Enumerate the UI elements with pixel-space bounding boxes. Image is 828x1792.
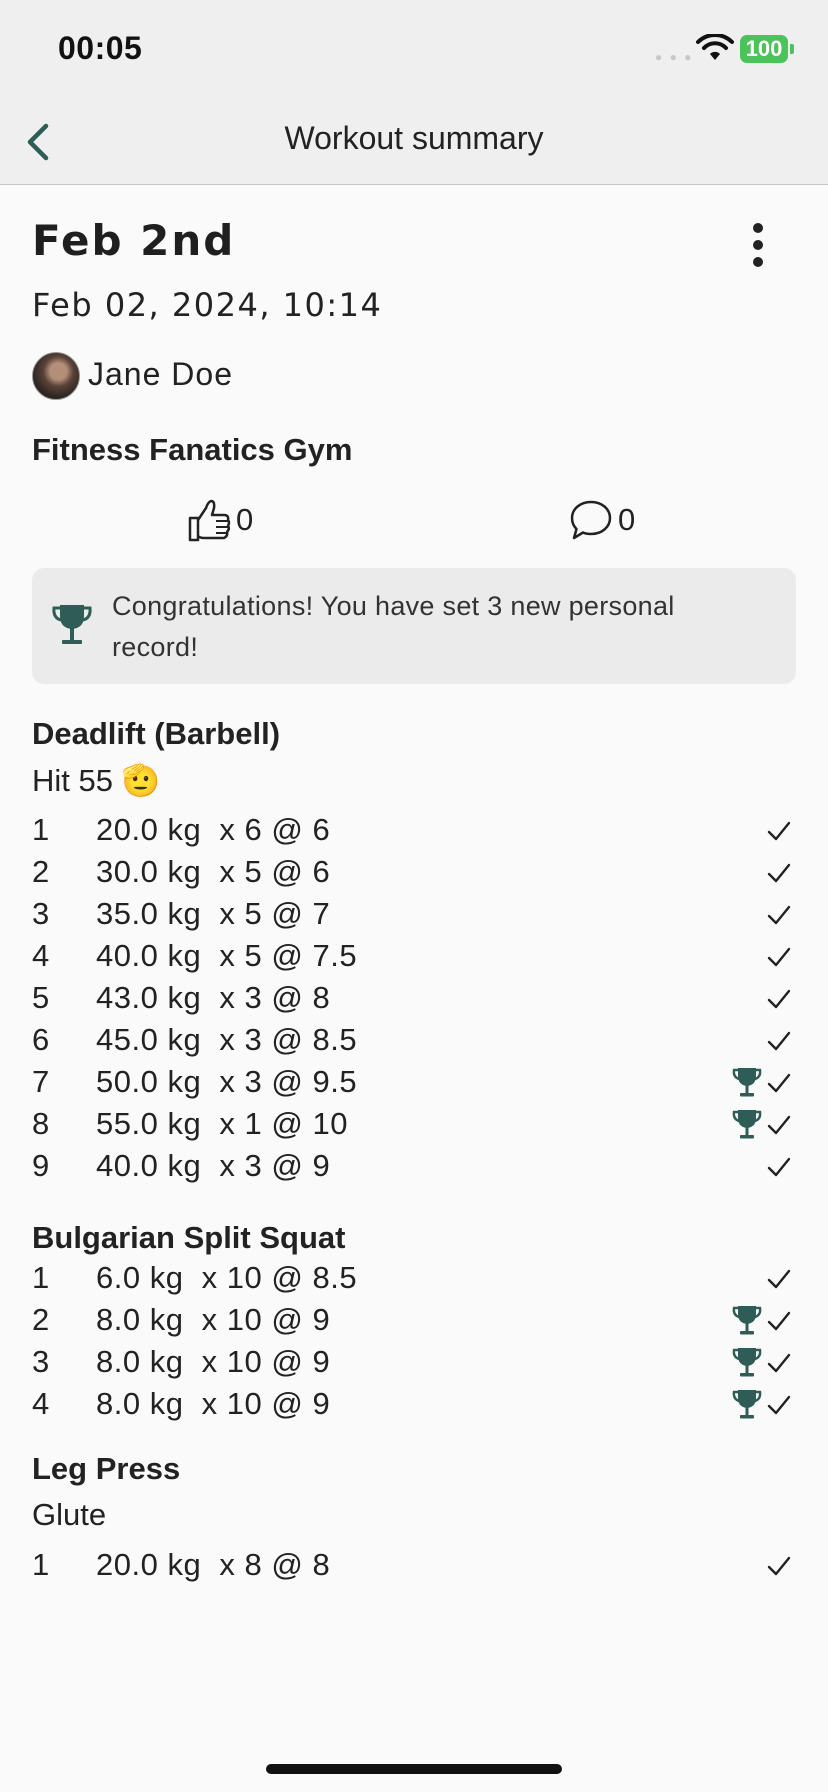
page-title: Workout summary	[284, 120, 544, 156]
checkmark-icon	[767, 821, 791, 841]
set-detail: 35.0 kg x 5 @ 7	[96, 896, 331, 931]
set-number: 1	[32, 1260, 50, 1295]
exercise-name[interactable]: Bulgarian Split Squat	[32, 1220, 345, 1256]
set-detail: 30.0 kg x 5 @ 6	[96, 854, 331, 889]
status-bar: 00:05 ● ● ● 100	[0, 0, 828, 100]
set-detail: 20.0 kg x 6 @ 6	[96, 812, 331, 847]
set-row: 3 8.0 kg x 10 @ 9	[0, 1338, 828, 1386]
set-row: 1 20.0 kg x 6 @ 6	[0, 806, 828, 854]
set-detail: 6.0 kg x 10 @ 8.5	[96, 1260, 358, 1295]
set-row: 1 6.0 kg x 10 @ 8.5	[0, 1254, 828, 1302]
cellular-signal-icon: ● ● ●	[655, 50, 694, 64]
set-number: 1	[32, 812, 50, 847]
like-count: 0	[236, 502, 254, 537]
set-number: 6	[32, 1022, 50, 1057]
set-number: 3	[32, 896, 50, 931]
set-number: 4	[32, 1386, 50, 1421]
trophy-icon	[732, 1390, 762, 1419]
thumbs-up-icon	[188, 499, 231, 542]
set-number: 4	[32, 938, 50, 973]
comment-button[interactable]: 0	[568, 498, 635, 542]
set-detail: 20.0 kg x 8 @ 8	[96, 1547, 331, 1582]
gym-name: Fitness Fanatics Gym	[32, 432, 353, 467]
checkmark-icon	[767, 1115, 791, 1135]
like-button[interactable]: 0	[186, 498, 253, 542]
workout-title: Feb 2nd	[32, 216, 236, 265]
trophy-icon	[732, 1110, 762, 1139]
comment-count: 0	[618, 502, 636, 537]
set-row: 5 43.0 kg x 3 @ 8	[0, 974, 828, 1022]
workout-summary-content[interactable]: Feb 2nd Feb 02, 2024, 10:14 Jane Doe Fit…	[0, 186, 828, 1694]
checkmark-icon	[767, 905, 791, 925]
personal-record-message: Congratulations! You have set 3 new pers…	[112, 591, 675, 662]
set-number: 2	[32, 1302, 50, 1337]
trophy-icon	[732, 1306, 762, 1335]
set-number: 8	[32, 1106, 50, 1141]
set-number: 7	[32, 1064, 50, 1099]
checkmark-icon	[767, 1311, 791, 1331]
set-number: 1	[32, 1547, 50, 1582]
set-row: 4 40.0 kg x 5 @ 7.5	[0, 932, 828, 980]
set-number: 3	[32, 1344, 50, 1379]
workout-datetime: Feb 02, 2024, 10:14	[32, 286, 383, 324]
exercise-name[interactable]: Deadlift (Barbell)	[32, 716, 280, 752]
checkmark-icon	[767, 1073, 791, 1093]
set-detail: 8.0 kg x 10 @ 9	[96, 1302, 331, 1337]
set-detail: 40.0 kg x 5 @ 7.5	[96, 938, 358, 973]
home-indicator	[266, 1764, 562, 1774]
checkmark-icon	[767, 1556, 791, 1576]
more-vertical-icon[interactable]	[752, 222, 764, 268]
set-number: 2	[32, 854, 50, 889]
set-detail: 45.0 kg x 3 @ 8.5	[96, 1022, 358, 1057]
exercise-note: Hit 55 🫡	[32, 763, 161, 798]
set-row: 6 45.0 kg x 3 @ 8.5	[0, 1016, 828, 1064]
set-row: 4 8.0 kg x 10 @ 9	[0, 1380, 828, 1428]
battery-cap	[790, 44, 794, 54]
checkmark-icon	[767, 1353, 791, 1373]
set-number: 5	[32, 980, 50, 1015]
set-row: 7 50.0 kg x 3 @ 9.5	[0, 1058, 828, 1106]
set-row: 2 30.0 kg x 5 @ 6	[0, 848, 828, 896]
set-row: 2 8.0 kg x 10 @ 9	[0, 1296, 828, 1344]
personal-record-banner: Congratulations! You have set 3 new pers…	[32, 568, 796, 684]
scroll-fade	[0, 1664, 828, 1694]
checkmark-icon	[767, 1269, 791, 1289]
set-row: 1 20.0 kg x 8 @ 8	[0, 1541, 828, 1589]
exercise-note: Glute	[32, 1497, 107, 1532]
checkmark-icon	[767, 1395, 791, 1415]
wifi-icon	[696, 34, 734, 60]
set-detail: 55.0 kg x 1 @ 10	[96, 1106, 348, 1141]
set-detail: 43.0 kg x 3 @ 8	[96, 980, 331, 1015]
exercise-name[interactable]: Leg Press	[32, 1451, 180, 1487]
status-time: 00:05	[58, 30, 143, 66]
checkmark-icon	[767, 1157, 791, 1177]
set-number: 9	[32, 1148, 50, 1183]
set-detail: 40.0 kg x 3 @ 9	[96, 1148, 331, 1183]
checkmark-icon	[767, 1031, 791, 1051]
user-name[interactable]: Jane Doe	[88, 356, 233, 393]
navigation-bar: Workout summary	[0, 100, 828, 185]
checkmark-icon	[767, 989, 791, 1009]
set-row: 9 40.0 kg x 3 @ 9	[0, 1142, 828, 1190]
trophy-icon	[52, 605, 92, 644]
set-row: 8 55.0 kg x 1 @ 10	[0, 1100, 828, 1148]
trophy-icon	[732, 1348, 762, 1377]
avatar[interactable]	[32, 352, 80, 400]
comment-bubble-icon	[570, 500, 612, 540]
set-detail: 50.0 kg x 3 @ 9.5	[96, 1064, 358, 1099]
set-detail: 8.0 kg x 10 @ 9	[96, 1386, 331, 1421]
checkmark-icon	[767, 863, 791, 883]
set-row: 3 35.0 kg x 5 @ 7	[0, 890, 828, 938]
set-detail: 8.0 kg x 10 @ 9	[96, 1344, 331, 1379]
checkmark-icon	[767, 947, 791, 967]
trophy-icon	[732, 1068, 762, 1097]
battery-indicator: 100	[740, 35, 788, 63]
